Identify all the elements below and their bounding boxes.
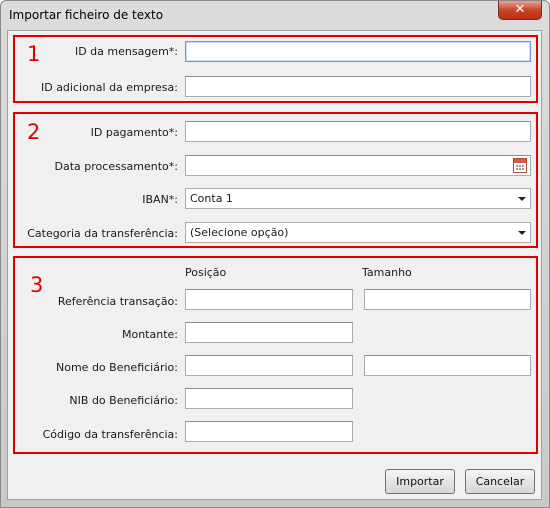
beneficiary-nib-position-input[interactable] <box>186 389 352 408</box>
window-title: Importar ficheiro de texto <box>9 8 164 22</box>
beneficiary-name-position-field[interactable] <box>185 355 353 376</box>
label-beneficiary-name: Nome do Beneficiário: <box>56 361 178 374</box>
company-extra-id-input[interactable] <box>186 77 530 96</box>
label-company-extra-id: ID adicional da empresa: <box>40 81 178 94</box>
label-transaction-reference: Referência transação: <box>57 295 178 308</box>
chevron-down-icon <box>518 231 526 235</box>
group-3-number: 3 <box>30 273 44 297</box>
message-id-field[interactable] <box>185 41 531 62</box>
beneficiary-name-size-field[interactable] <box>364 355 531 376</box>
transaction-reference-position-field[interactable] <box>185 289 353 310</box>
label-transfer-code: Código da transferência: <box>42 428 178 441</box>
processing-date-input[interactable] <box>186 156 530 175</box>
label-transfer-category: Categoria da transferência: <box>27 227 178 240</box>
transfer-category-selected-value: (Selecione opção) <box>190 226 289 239</box>
iban-select[interactable]: Conta 1 <box>185 188 531 209</box>
payment-id-input[interactable] <box>186 122 530 141</box>
message-id-input[interactable] <box>186 42 530 61</box>
title-bar[interactable]: Importar ficheiro de texto ✕ <box>1 1 549 31</box>
label-beneficiary-nib: NIB do Beneficiário: <box>69 394 178 407</box>
label-processing-date: Data processamento*: <box>54 160 178 173</box>
close-icon: ✕ <box>514 2 526 17</box>
transfer-category-select[interactable]: (Selecione opção) <box>185 222 531 243</box>
beneficiary-nib-position-field[interactable] <box>185 388 353 409</box>
transaction-reference-size-field[interactable] <box>364 289 531 310</box>
label-payment-id: ID pagamento*: <box>90 126 178 139</box>
import-button[interactable]: Importar <box>385 469 455 494</box>
beneficiary-name-position-input[interactable] <box>186 356 352 375</box>
group-2-number: 2 <box>27 120 41 144</box>
beneficiary-name-size-input[interactable] <box>365 356 530 375</box>
payment-id-field[interactable] <box>185 121 531 142</box>
close-button[interactable]: ✕ <box>498 1 542 20</box>
company-extra-id-field[interactable] <box>185 76 531 97</box>
amount-position-input[interactable] <box>186 323 352 342</box>
transaction-reference-position-input[interactable] <box>186 290 352 309</box>
column-header-position: Posição <box>185 266 227 279</box>
transaction-reference-size-input[interactable] <box>365 290 530 309</box>
column-header-size: Tamanho <box>362 266 412 279</box>
transfer-code-position-input[interactable] <box>186 422 352 441</box>
transfer-code-position-field[interactable] <box>185 421 353 442</box>
iban-selected-value: Conta 1 <box>190 192 233 205</box>
amount-position-field[interactable] <box>185 322 353 343</box>
chevron-down-icon <box>518 197 526 201</box>
group-1-number: 1 <box>27 42 41 66</box>
processing-date-field[interactable] <box>185 155 531 176</box>
label-iban: IBAN*: <box>142 193 178 206</box>
calendar-icon[interactable] <box>513 158 527 173</box>
label-amount: Montante: <box>121 328 178 341</box>
label-message-id: ID da mensagem*: <box>74 45 178 58</box>
cancel-button[interactable]: Cancelar <box>465 469 535 494</box>
